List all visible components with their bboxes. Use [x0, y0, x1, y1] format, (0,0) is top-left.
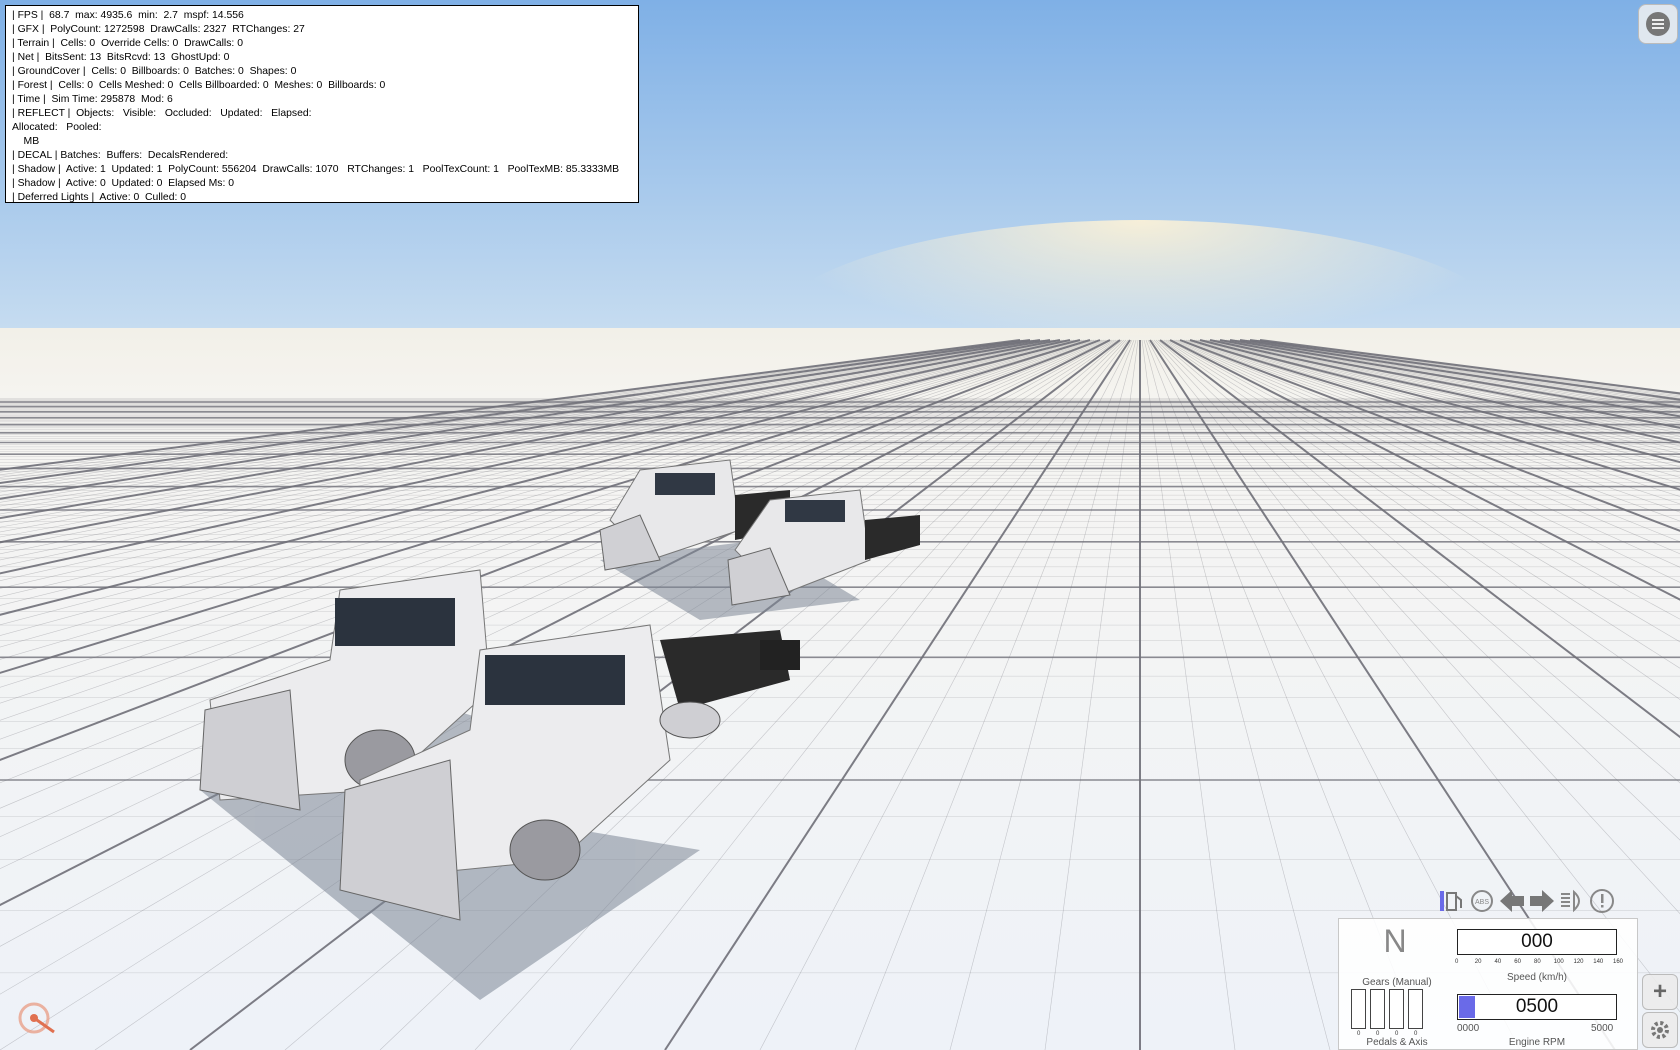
stats-line: | Terrain | Cells: 0 Override Cells: 0 D… — [12, 38, 243, 49]
left-turn-signal-icon — [1498, 887, 1526, 915]
settings-button[interactable] — [1642, 1012, 1678, 1048]
menu-icon — [1646, 12, 1670, 36]
speed-tick-label: 80 — [1534, 959, 1541, 965]
speed-tick-label: 100 — [1553, 959, 1564, 965]
speed-tick-label: 160 — [1613, 959, 1624, 965]
speed-label: Speed (km/h) — [1506, 972, 1568, 983]
menu-button[interactable] — [1638, 4, 1678, 44]
dashboard-indicator-bar: ABS — [1438, 886, 1640, 916]
stats-line: | DECAL | Batches: Buffers: DecalsRender… — [12, 150, 229, 161]
speed-tick-label: 60 — [1514, 959, 1521, 965]
pedal-bar — [1351, 989, 1366, 1029]
rpm-max-label: 5000 — [1591, 1023, 1614, 1034]
app-logo — [18, 1002, 55, 1034]
pedal-bar — [1408, 989, 1423, 1029]
speed-tick-label: 140 — [1593, 959, 1604, 965]
pedal-bar — [1389, 989, 1404, 1029]
gear-icon — [1651, 1021, 1669, 1039]
pedals-label: Pedals & Axis — [1366, 1037, 1428, 1048]
rpm-fill — [1459, 996, 1475, 1018]
stats-line: | Deferred Lights | Active: 0 Culled: 0 — [12, 192, 187, 203]
warning-icon — [1588, 887, 1616, 915]
stats-line: | Time | Sim Time: 295878 Mod: 6 — [12, 94, 173, 105]
speed-tick-label: 40 — [1494, 959, 1502, 965]
gear-indicator: N — [1383, 923, 1407, 959]
pedal-bar — [1370, 989, 1385, 1029]
stats-line: | Forest | Cells: 0 Cells Meshed: 0 Cell… — [12, 80, 386, 91]
vehicle-dashboard: N Gears (Manual) 000 0 20 40 60 80 100 120 140 1… — [1338, 918, 1638, 1050]
stats-line: | Shadow | Active: 1 Updated: 1 PolyCoun… — [12, 164, 620, 175]
stats-line: MB — [12, 136, 40, 147]
fuel-icon — [1438, 887, 1466, 915]
right-turn-signal-icon — [1528, 887, 1556, 915]
stats-line: | FPS | 68.7 max: 4935.6 min: 2.7 mspf: … — [12, 10, 244, 21]
gears-label: Gears (Manual) — [1362, 977, 1432, 988]
speed-tick-label: 20 — [1474, 959, 1482, 965]
stats-line: | Net | BitsSent: 13 BitsRcvd: 13 GhostU… — [12, 52, 230, 63]
zoom-in-button[interactable]: + — [1642, 974, 1678, 1010]
abs-icon: ABS — [1468, 887, 1496, 915]
headlight-icon — [1558, 887, 1586, 915]
rpm-min-label: 0000 — [1457, 1023, 1480, 1034]
rpm-readout: 0500 — [1515, 996, 1559, 1017]
debug-stats-panel: | FPS | 68.7 max: 4935.6 min: 2.7 mspf: … — [5, 5, 639, 203]
stats-line: Allocated: Pooled: — [12, 122, 102, 133]
rpm-label: Engine RPM — [1508, 1037, 1566, 1048]
stats-line: | GroundCover | Cells: 0 Billboards: 0 B… — [12, 66, 297, 77]
speed-tick-label: 120 — [1573, 959, 1584, 965]
stats-line: | GFX | PolyCount: 1272598 DrawCalls: 23… — [12, 24, 305, 35]
plus-icon: + — [1652, 978, 1667, 1005]
rpm-bar: 0500 — [1457, 994, 1617, 1020]
stats-line: | REFLECT | Objects: Visible: Occluded: … — [12, 108, 312, 119]
speed-tick-label: 0 — [1455, 959, 1459, 965]
stats-line: | Shadow | Active: 0 Updated: 0 Elapsed … — [12, 178, 234, 189]
svg-text:ABS: ABS — [1475, 899, 1489, 906]
speed-readout: 000 — [1457, 929, 1617, 955]
